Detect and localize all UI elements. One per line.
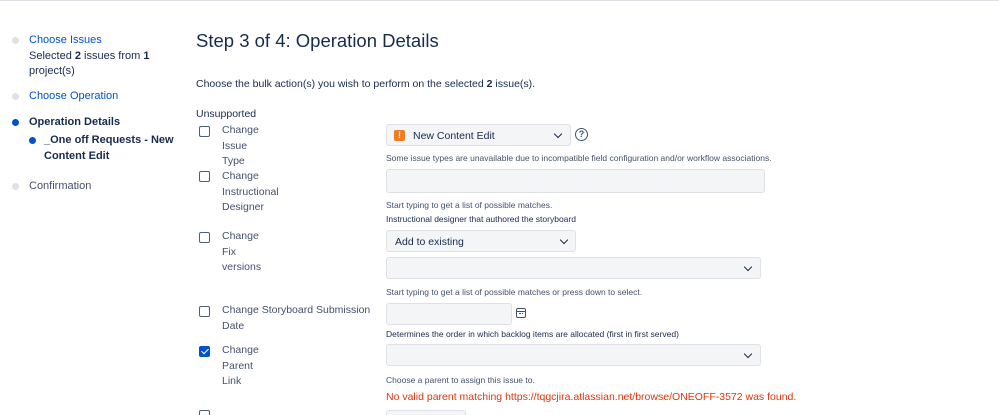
error-parent-link: No valid parent matching https://tqgcjir… [386, 391, 797, 403]
step-dot [12, 37, 19, 44]
wizard-steps-sidebar: Choose Issues Selected 2 issues from 1 p… [0, 0, 185, 415]
issue-type-value: New Content Edit [413, 130, 495, 142]
fix-versions-select[interactable] [386, 257, 761, 279]
fix-versions-mode-value: Add to existing [395, 236, 464, 248]
submission-date-input[interactable] [386, 303, 512, 325]
instructional-designer-input[interactable] [386, 169, 765, 193]
label-change-storyboard-submission-date: Change Storyboard Submission Date [222, 304, 371, 332]
label-change-parent-link: Change Parent Link [222, 344, 259, 387]
substep-label: _One off Requests - New Content Edit [44, 134, 174, 162]
substep-dot-active [29, 137, 36, 144]
help-icon[interactable]: ? [575, 128, 588, 141]
issue-type-icon: ! [394, 130, 405, 141]
help-fix-versions: Start typing to get a list of possible m… [386, 287, 643, 297]
step-link-choose-issues[interactable]: Choose Issues [29, 33, 189, 49]
step-label-confirmation: Confirmation [29, 180, 92, 192]
label-change-instructional-designer: Change Instructional Designer [222, 170, 279, 213]
calendar-icon[interactable] [516, 308, 526, 318]
step-link-choose-operation[interactable]: Choose Operation [29, 89, 189, 105]
help-designer-1: Start typing to get a list of possible m… [386, 200, 553, 210]
checkbox-change-instructional-designer[interactable] [199, 171, 210, 182]
chevron-down-icon [743, 349, 753, 359]
page-title: Step 3 of 4: Operation Details [196, 30, 439, 51]
intro-text: Choose the bulk action(s) you wish to pe… [196, 78, 536, 90]
checkbox-change-fix-versions[interactable] [199, 232, 210, 243]
help-submission-date: Determines the order in which backlog it… [386, 329, 679, 339]
step-dot [12, 183, 19, 190]
step-label-operation-details: Operation Details [29, 116, 121, 128]
label-change-issue-type: Change Issue Type [222, 124, 259, 167]
fix-versions-mode-select[interactable]: Add to existing [386, 230, 576, 252]
parent-link-select[interactable] [386, 344, 761, 366]
step-dot [12, 93, 19, 100]
step-dot-active [12, 119, 19, 126]
section-label-unsupported: Unsupported [196, 108, 257, 120]
checkbox-change-parent-link[interactable] [199, 346, 210, 357]
chevron-down-icon [743, 262, 753, 272]
step-detail: Selected 2 issues from 1 project(s) [29, 49, 150, 78]
help-designer-2: Instructional designer that authored the… [386, 214, 576, 224]
chevron-down-icon [553, 129, 563, 139]
help-parent-link: Choose a parent to assign this issue to. [386, 375, 535, 385]
checkbox-change-issue-type[interactable] [199, 126, 210, 137]
checkbox-next-field[interactable] [199, 410, 210, 415]
checkbox-change-storyboard-submission-date[interactable] [199, 306, 210, 317]
chevron-down-icon [559, 235, 569, 245]
issue-type-select[interactable]: ! New Content Edit [386, 124, 571, 146]
help-issue-type: Some issue types are unavailable due to … [386, 153, 772, 163]
next-field-input[interactable] [386, 410, 466, 415]
label-change-fix-versions: Change Fix versions [222, 230, 262, 273]
